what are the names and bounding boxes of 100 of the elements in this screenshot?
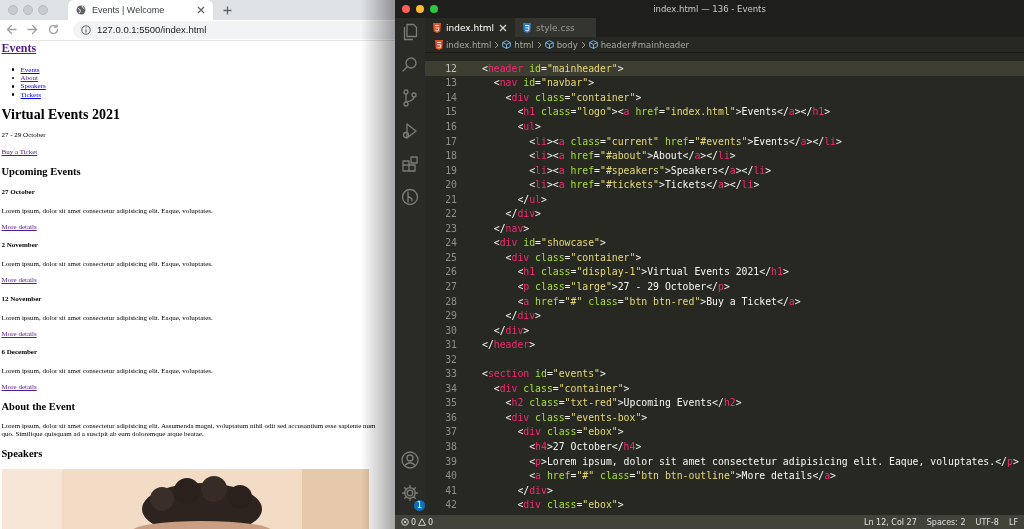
line-number: 34 bbox=[444, 382, 458, 394]
line-number: 37 bbox=[444, 426, 458, 438]
cube-icon bbox=[588, 40, 598, 49]
code-line: <div class="container"> bbox=[504, 251, 642, 263]
line-number: 14 bbox=[444, 91, 458, 103]
settings-icon[interactable] bbox=[400, 483, 420, 503]
line-number: 21 bbox=[444, 193, 458, 205]
address-bar[interactable]: 127.0.0.1:5500/index.html bbox=[73, 20, 395, 39]
cube-icon bbox=[544, 40, 554, 49]
code-line: <h4>27 October</h4> bbox=[528, 441, 642, 452]
error-count[interactable]: 0 bbox=[411, 517, 417, 527]
line-number: 28 bbox=[444, 295, 458, 307]
bullet-icon bbox=[11, 93, 15, 97]
branch-icon[interactable] bbox=[400, 88, 420, 108]
extensions-icon[interactable] bbox=[400, 154, 420, 174]
cursor-position[interactable]: Ln 12, Col 27 bbox=[863, 517, 917, 527]
line-number: 40 bbox=[444, 470, 458, 482]
account-icon[interactable] bbox=[400, 450, 420, 470]
html-file-icon bbox=[433, 22, 441, 33]
error-icon bbox=[401, 518, 409, 526]
indentation-setting[interactable]: Spaces: 2 bbox=[926, 517, 966, 527]
line-number: 19 bbox=[444, 164, 458, 176]
code-line: <p class="large">27 - 29 October</p> bbox=[516, 280, 730, 292]
code-line: <div id="showcase"> bbox=[492, 237, 606, 249]
encoding-setting[interactable]: UTF-8 bbox=[975, 517, 999, 527]
line-number: 16 bbox=[444, 120, 458, 132]
code-line: <h1 class="logo"><a href="index.html">Events</a></h1> bbox=[516, 106, 831, 118]
chevron-icon bbox=[536, 40, 542, 49]
code-line: <p>Lorem ipsum, dolor sit amet consectetur adipisicing elit. Eaque, voluptates.</p> bbox=[528, 455, 1019, 467]
line-number: 18 bbox=[444, 150, 458, 162]
line-ending-setting[interactable]: LF bbox=[1008, 517, 1018, 527]
code-line: <div class="ebox"> bbox=[516, 426, 624, 438]
line-number: 30 bbox=[444, 324, 458, 336]
code-line: </div> bbox=[516, 484, 553, 496]
info-icon bbox=[81, 24, 91, 35]
section-heading: Upcoming Events bbox=[1, 166, 82, 179]
code-line: <h2 class="txt-red">Upcoming Events</h2> bbox=[504, 397, 742, 409]
section-heading: Speakers bbox=[1, 447, 44, 460]
line-number: 33 bbox=[444, 368, 458, 380]
line-number: 13 bbox=[444, 77, 458, 89]
breadcrumb-item[interactable]: header#mainheader bbox=[588, 39, 689, 50]
code-line: <div class="container"> bbox=[504, 91, 642, 103]
page-title: Virtual Events 2021 bbox=[1, 106, 121, 124]
line-number: 27 bbox=[444, 280, 458, 292]
forward-arrow-icon[interactable] bbox=[27, 24, 38, 36]
window-title: index.html — 136 - Events bbox=[653, 4, 766, 14]
code-line: </div> bbox=[504, 208, 541, 220]
warning-icon bbox=[418, 518, 427, 526]
code-line: <h1 class="display-1">Virtual Events 2021</h1> bbox=[516, 266, 789, 278]
globe-icon bbox=[76, 5, 86, 15]
code-line: <li><a class="current" href="#events">Events</a></li> bbox=[528, 135, 842, 147]
bullet-icon bbox=[11, 68, 15, 71]
code-line: <li><a href="#speakers">Speakers</a></li> bbox=[528, 164, 772, 176]
line-number: 32 bbox=[444, 353, 458, 365]
editor-tab[interactable]: index.html bbox=[425, 18, 515, 37]
code-line: </nav> bbox=[492, 222, 530, 234]
breadcrumb-item[interactable]: index.html bbox=[435, 39, 492, 50]
code-line: <div class="container"> bbox=[492, 382, 630, 394]
css-file-icon bbox=[523, 22, 531, 33]
breadcrumb-item[interactable]: body bbox=[544, 39, 578, 50]
line-number: 15 bbox=[444, 106, 458, 118]
browser-tab[interactable]: Events | Welcome bbox=[68, 0, 213, 20]
line-number: 17 bbox=[444, 135, 458, 147]
line-number: 29 bbox=[444, 310, 458, 322]
code-line: </div> bbox=[504, 310, 541, 322]
line-number: 42 bbox=[444, 499, 458, 511]
chevron-icon bbox=[580, 40, 586, 49]
editor-tab[interactable]: style.css bbox=[515, 18, 596, 37]
warning-count[interactable]: 0 bbox=[428, 517, 434, 527]
reload-icon[interactable] bbox=[48, 24, 59, 36]
code-line: <div class="ebox"> bbox=[516, 499, 624, 511]
section-heading: About the Event bbox=[1, 400, 76, 413]
line-number: 12 bbox=[444, 62, 458, 74]
code-line: <ul> bbox=[516, 120, 541, 132]
html-file-icon bbox=[435, 39, 443, 50]
url-text: 127.0.0.1:5500/index.html bbox=[97, 24, 207, 36]
code-line: <div class="events-box"> bbox=[504, 411, 648, 423]
code-line: <header id="mainheader"> bbox=[482, 62, 624, 74]
cube-icon bbox=[502, 40, 512, 49]
close-icon[interactable] bbox=[197, 6, 205, 14]
new-tab-icon[interactable] bbox=[223, 5, 232, 15]
line-number: 41 bbox=[444, 484, 458, 496]
line-number: 26 bbox=[444, 266, 458, 278]
code-line: <a href="#" class="btn btn-outline">More details</a> bbox=[528, 470, 836, 482]
code-line: <nav id="navbar"> bbox=[492, 77, 595, 89]
code-line: <li><a href="#tickets">Tickets</a></li> bbox=[528, 179, 760, 191]
logo-link[interactable]: Events bbox=[1, 40, 37, 55]
breadcrumb-item[interactable]: html bbox=[502, 39, 534, 50]
bullet-icon bbox=[11, 85, 15, 88]
line-number: 31 bbox=[444, 339, 458, 351]
code-line: <a href="#" class="btn btn-red">Buy a Ticket</a> bbox=[516, 295, 801, 307]
code-line: </ul> bbox=[516, 193, 547, 205]
code-line: </div> bbox=[492, 324, 530, 336]
line-number: 23 bbox=[444, 222, 458, 234]
code-line: <li><a href="#about">About</a></li> bbox=[528, 150, 736, 162]
line-number: 22 bbox=[444, 208, 458, 220]
line-number: 35 bbox=[444, 397, 458, 409]
line-number: 38 bbox=[444, 441, 458, 452]
back-arrow-icon[interactable] bbox=[6, 24, 17, 36]
line-number: 24 bbox=[444, 237, 458, 249]
